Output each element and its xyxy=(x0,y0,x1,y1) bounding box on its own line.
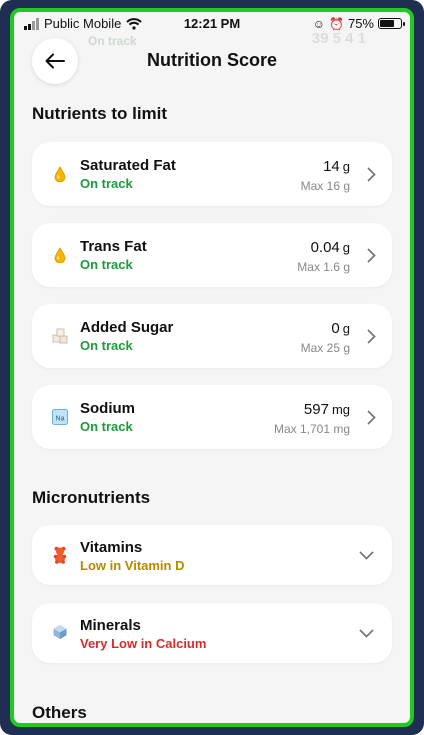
chevron-right-icon xyxy=(367,410,376,425)
chevron-down-icon xyxy=(359,629,374,638)
chevron-right-icon xyxy=(367,248,376,263)
face-icon: ☺ xyxy=(312,16,326,31)
nutrient-card-trans-fat[interactable]: Trans Fat On track 0.04 g Max 1.6 g xyxy=(32,223,392,287)
value-number: 14 xyxy=(323,158,340,175)
nutrient-value: 14 g xyxy=(323,158,350,175)
oil-drop-icon xyxy=(54,166,66,182)
nutrient-value: 597 mg xyxy=(304,401,350,418)
value-unit: g xyxy=(342,159,350,174)
micronutrient-status: Low in Vitamin D xyxy=(80,558,185,573)
section-title-others: Others xyxy=(32,703,87,722)
nutrient-name: Trans Fat xyxy=(80,238,147,255)
battery-percent: 75% xyxy=(347,16,374,31)
salt-na-icon: Na xyxy=(52,409,68,425)
ghost-status-text: On track xyxy=(88,34,137,48)
battery-icon xyxy=(378,18,405,29)
nutrient-value: 0.04 g xyxy=(311,239,350,256)
nutrient-max: Max 16 g xyxy=(300,179,350,193)
micronutrient-status: Very Low in Calcium xyxy=(80,636,207,651)
app-screen: Public Mobile 12:21 PM ☺ ⏰ 75% On track … xyxy=(10,8,414,727)
chevron-right-icon xyxy=(367,167,376,182)
nutrient-status: On track xyxy=(80,338,133,353)
section-title-micronutrients: Micronutrients xyxy=(32,488,151,507)
nutrient-status: On track xyxy=(80,419,133,434)
ghost-number-text: 39 5 4 1 xyxy=(311,30,366,47)
section-title-limit: Nutrients to limit xyxy=(32,104,168,123)
value-number: 0 xyxy=(331,320,340,337)
nutrient-card-added-sugar[interactable]: Added Sugar On track 0g Max 25 g xyxy=(32,304,392,368)
page-title: Nutrition Score xyxy=(146,50,277,70)
micronutrient-card-minerals[interactable]: Minerals Very Low in Calcium xyxy=(32,603,392,663)
value-unit: g xyxy=(342,240,350,255)
battery-fill xyxy=(380,20,395,27)
nutrient-name: Added Sugar xyxy=(80,319,174,336)
micronutrient-card-vitamins[interactable]: Vitamins Low in Vitamin D xyxy=(32,525,392,585)
nutrient-name: Saturated Fat xyxy=(80,157,176,174)
chevron-down-icon xyxy=(359,551,374,560)
nutrient-value: 0g xyxy=(331,320,350,337)
oil-drop-icon xyxy=(54,247,66,263)
status-right: ☺ ⏰ 75% xyxy=(312,16,405,31)
nutrient-name: Sodium xyxy=(80,400,135,417)
nutrient-card-saturated-fat[interactable]: Saturated Fat On track 14 g Max 16 g xyxy=(32,142,392,206)
mineral-crystal-icon xyxy=(53,625,67,639)
micronutrient-name: Minerals xyxy=(80,617,141,634)
value-number: 597 xyxy=(303,401,329,418)
nutrient-card-sodium[interactable]: Na Sodium On track 597 mg Max 1,701 mg xyxy=(32,385,392,449)
nutrient-status: On track xyxy=(80,257,133,272)
device-frame: Public Mobile 12:21 PM ☺ ⏰ 75% On track … xyxy=(0,0,424,735)
value-number: 0.04 xyxy=(310,239,340,256)
nutrient-status: On track xyxy=(80,176,133,191)
gummy-bear-icon xyxy=(53,546,67,564)
value-unit: mg xyxy=(331,402,350,417)
nutrient-max: Max 25 g xyxy=(300,341,350,355)
nutrient-max: Max 1,701 mg xyxy=(273,422,350,436)
alarm-icon: ⏰ xyxy=(329,16,344,31)
nutrient-max: Max 1.6 g xyxy=(297,260,350,274)
chevron-right-icon xyxy=(367,329,376,344)
micronutrient-name: Vitamins xyxy=(80,539,143,556)
sugar-cubes-icon xyxy=(52,328,68,344)
svg-text:Na: Na xyxy=(56,416,65,423)
value-unit: g xyxy=(342,321,350,336)
